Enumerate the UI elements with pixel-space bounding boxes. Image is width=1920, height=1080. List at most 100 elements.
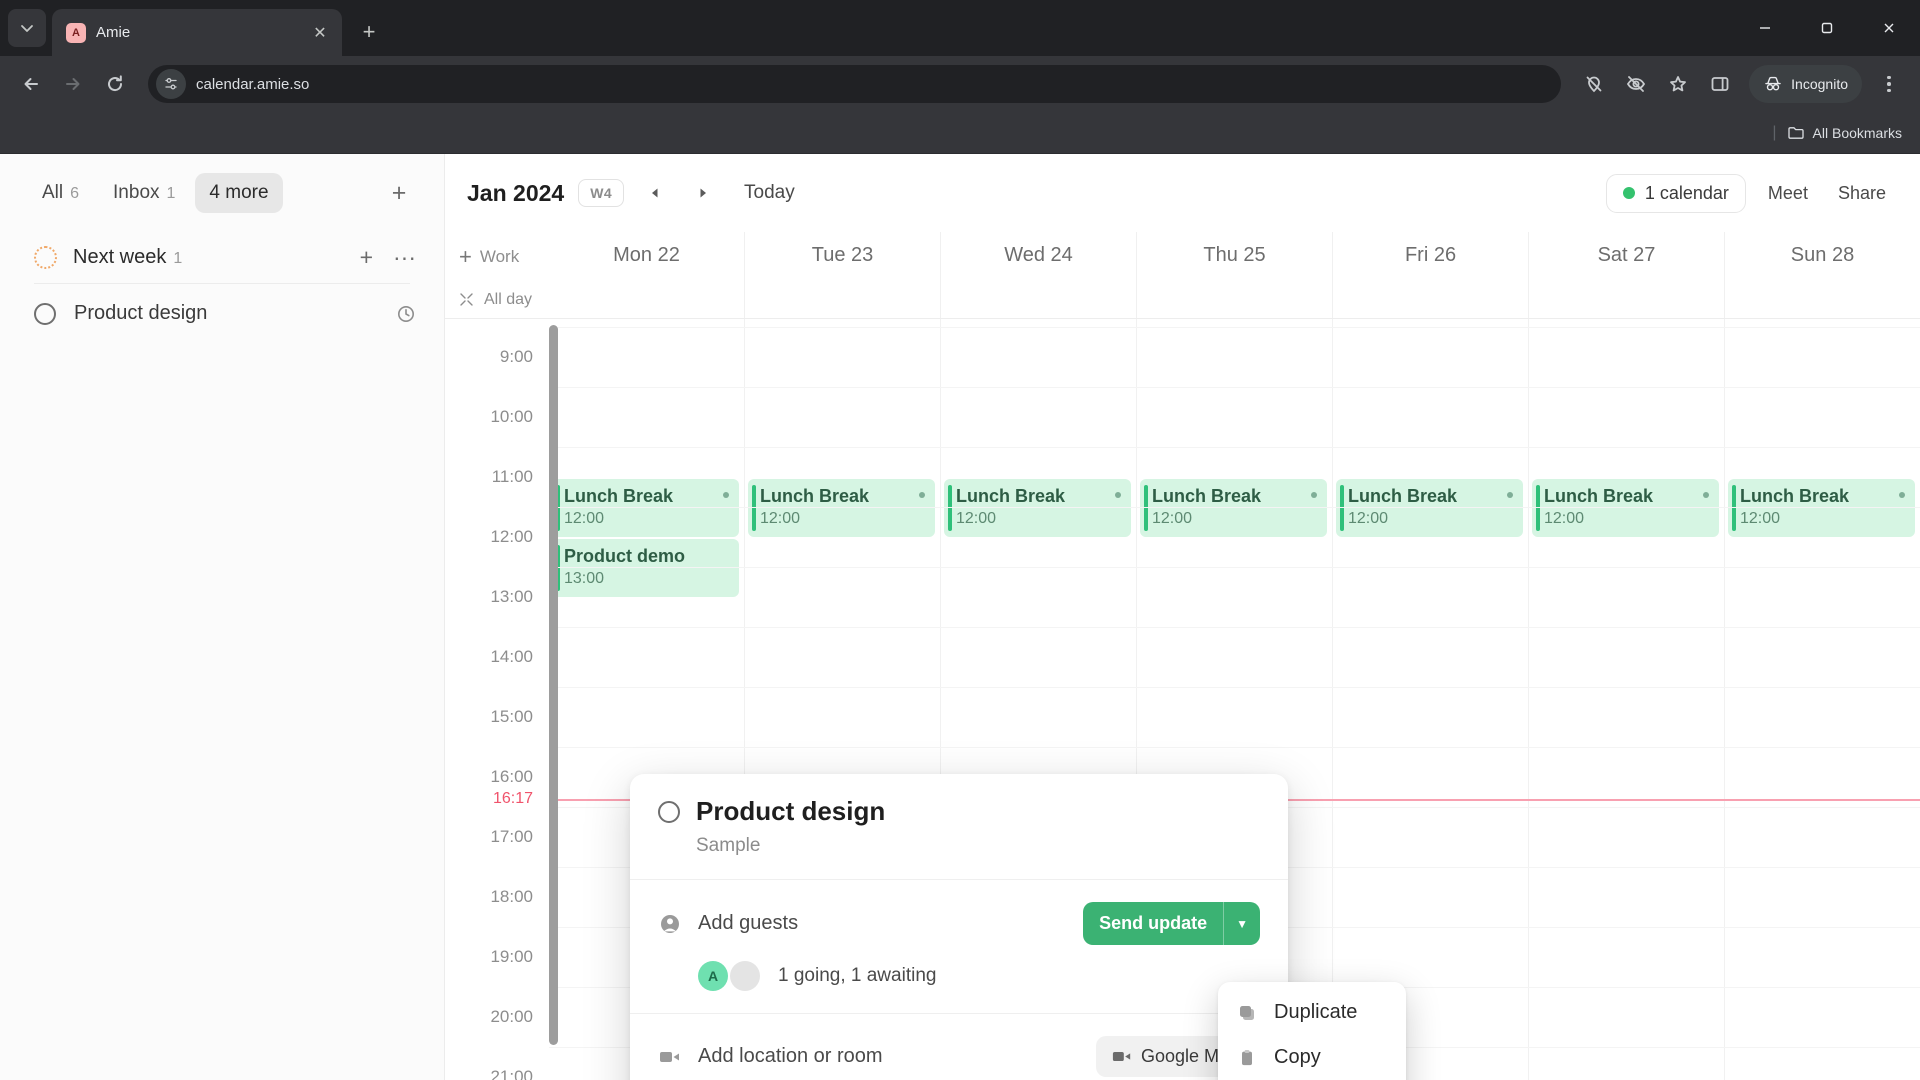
group-more-icon[interactable]: ··· [393, 246, 416, 269]
maximize-button[interactable] [1796, 0, 1858, 56]
calendar-color-dot-icon [1622, 187, 1635, 199]
event-chip[interactable]: Product demo 13:00 [552, 539, 739, 597]
task-item-product-design[interactable]: Product design [0, 284, 444, 343]
all-day-cell[interactable] [1528, 281, 1724, 318]
hour-label: 12:00 [490, 527, 533, 546]
event-time: 12:00 [1152, 510, 1193, 527]
duplicate-icon [1236, 1003, 1258, 1023]
browser-tab[interactable]: A Amie ✕ [52, 9, 342, 56]
new-tab-button[interactable]: + [352, 15, 386, 49]
event-time: 12:00 [1348, 510, 1389, 527]
calendar-selector-button[interactable]: 1 calendar [1605, 173, 1746, 213]
forward-button[interactable] [54, 65, 92, 103]
day-header[interactable]: Sat 27 [1528, 232, 1724, 281]
event-chip[interactable]: Lunch Break 12:00 [944, 479, 1131, 537]
address-bar[interactable]: calendar.amie.so [148, 65, 1562, 103]
close-window-button[interactable] [1858, 0, 1920, 56]
filter-count: 1 [166, 185, 176, 202]
day-header[interactable]: Mon 22 [549, 232, 744, 281]
context-menu-label: Copy [1274, 1046, 1321, 1068]
grid-hour-line [549, 567, 1920, 568]
close-tab-icon[interactable]: ✕ [308, 21, 332, 45]
event-chip[interactable]: Lunch Break 12:00 [1336, 479, 1523, 537]
day-header[interactable]: Sun 28 [1724, 232, 1920, 281]
grid-column-day[interactable]: Lunch Break 12:00 [1724, 319, 1920, 1080]
back-button[interactable] [12, 65, 50, 103]
tab-title: Amie [96, 24, 131, 41]
event-status-dot-icon [1703, 492, 1709, 498]
tracking-protection-icon[interactable] [1575, 65, 1613, 103]
reload-button[interactable] [96, 65, 134, 103]
popup-event-subtitle[interactable]: Sample [696, 835, 1260, 857]
grid-hour-line [549, 687, 1920, 688]
incognito-label: Incognito [1791, 76, 1848, 92]
all-day-cell[interactable] [1724, 281, 1920, 318]
day-header[interactable]: Fri 26 [1332, 232, 1528, 281]
event-status-dot-icon [1115, 492, 1121, 498]
event-chip[interactable]: Lunch Break 12:00 [552, 479, 739, 537]
grid-column-day[interactable]: Lunch Break 12:00 [1528, 319, 1724, 1080]
day-header[interactable]: Thu 25 [1136, 232, 1332, 281]
tab-search-button[interactable] [8, 9, 46, 47]
send-update-dropdown-icon[interactable]: ▼ [1223, 902, 1260, 945]
filter-label: 4 more [209, 182, 269, 203]
add-location-row[interactable]: Add location or room Google Meet [658, 1036, 1260, 1077]
group-add-icon[interactable]: + [360, 246, 373, 269]
event-chip[interactable]: Lunch Break 12:00 [1532, 479, 1719, 537]
work-calendar-toggle[interactable]: + Work [445, 232, 549, 281]
sidebar-filter-inbox[interactable]: Inbox 1 [99, 173, 189, 213]
context-menu-copy[interactable]: Copy [1218, 1035, 1406, 1080]
event-title: Product demo [564, 546, 686, 566]
minimize-button[interactable] [1734, 0, 1796, 56]
bookmark-star-icon[interactable] [1659, 65, 1697, 103]
send-update-button[interactable]: Send update ▼ [1083, 902, 1260, 945]
day-header[interactable]: Wed 24 [940, 232, 1136, 281]
sidebar-filter-all[interactable]: All 6 [28, 173, 93, 213]
task-group-next-week[interactable]: Next week 1 + ··· [0, 232, 444, 283]
site-settings-icon[interactable] [156, 69, 186, 99]
event-status-dot-icon [1899, 492, 1905, 498]
browser-toolbar: calendar.amie.so Incognito [0, 56, 1920, 112]
hour-gutter: 9:00 10:00 11:00 12:00 13:00 14:00 15:00… [445, 319, 549, 1080]
event-chip[interactable]: Lunch Break 12:00 [748, 479, 935, 537]
all-day-cell[interactable] [1136, 281, 1332, 318]
chrome-menu-button[interactable] [1870, 65, 1908, 103]
add-guests-row[interactable]: Add guests Send update ▼ [658, 902, 1260, 945]
task-clock-icon[interactable] [396, 304, 416, 324]
meet-button[interactable]: Meet [1760, 175, 1816, 212]
today-button[interactable]: Today [734, 176, 805, 210]
guest-summary-row[interactable]: A 1 going, 1 awaiting [698, 961, 1260, 991]
side-panel-icon[interactable] [1701, 65, 1739, 103]
share-button[interactable]: Share [1830, 175, 1894, 212]
grid-column-day[interactable]: Lunch Break 12:00 [1332, 319, 1528, 1080]
location-off-icon [1586, 76, 1602, 93]
calendar-scrollbar[interactable] [549, 325, 558, 1045]
video-icon [658, 1049, 682, 1065]
calendar-header-actions: 1 calendar Meet Share [1605, 173, 1894, 213]
all-bookmarks-button[interactable]: All Bookmarks [1787, 124, 1902, 142]
task-checkbox-icon[interactable] [34, 302, 56, 325]
bookmarks-divider: | [1772, 123, 1777, 141]
incognito-indicator[interactable]: Incognito [1749, 65, 1862, 103]
context-menu-duplicate[interactable]: Duplicate [1218, 990, 1406, 1035]
all-day-cell[interactable] [549, 281, 744, 318]
event-time: 12:00 [1544, 510, 1585, 527]
all-day-cell[interactable] [1332, 281, 1528, 318]
event-complete-checkbox[interactable] [658, 801, 680, 823]
next-week-button[interactable] [686, 176, 720, 210]
work-label: Work [479, 246, 520, 266]
all-day-cell[interactable] [940, 281, 1136, 318]
all-day-label-wrap[interactable]: All day [445, 281, 549, 318]
week-number-badge[interactable]: W4 [578, 179, 625, 207]
event-chip[interactable]: Lunch Break 12:00 [1140, 479, 1327, 537]
all-day-cell[interactable] [744, 281, 940, 318]
event-chip[interactable]: Lunch Break 12:00 [1728, 479, 1915, 537]
add-calendar-icon[interactable]: + [459, 244, 472, 270]
sidebar-filter-more[interactable]: 4 more [195, 173, 283, 213]
event-time: 12:00 [1740, 510, 1781, 527]
incognito-eye-icon[interactable] [1617, 65, 1655, 103]
previous-week-button[interactable] [638, 176, 672, 210]
day-header[interactable]: Tue 23 [744, 232, 940, 281]
popup-event-title[interactable]: Product design [696, 796, 885, 827]
sidebar-add-button[interactable]: + [382, 176, 416, 210]
